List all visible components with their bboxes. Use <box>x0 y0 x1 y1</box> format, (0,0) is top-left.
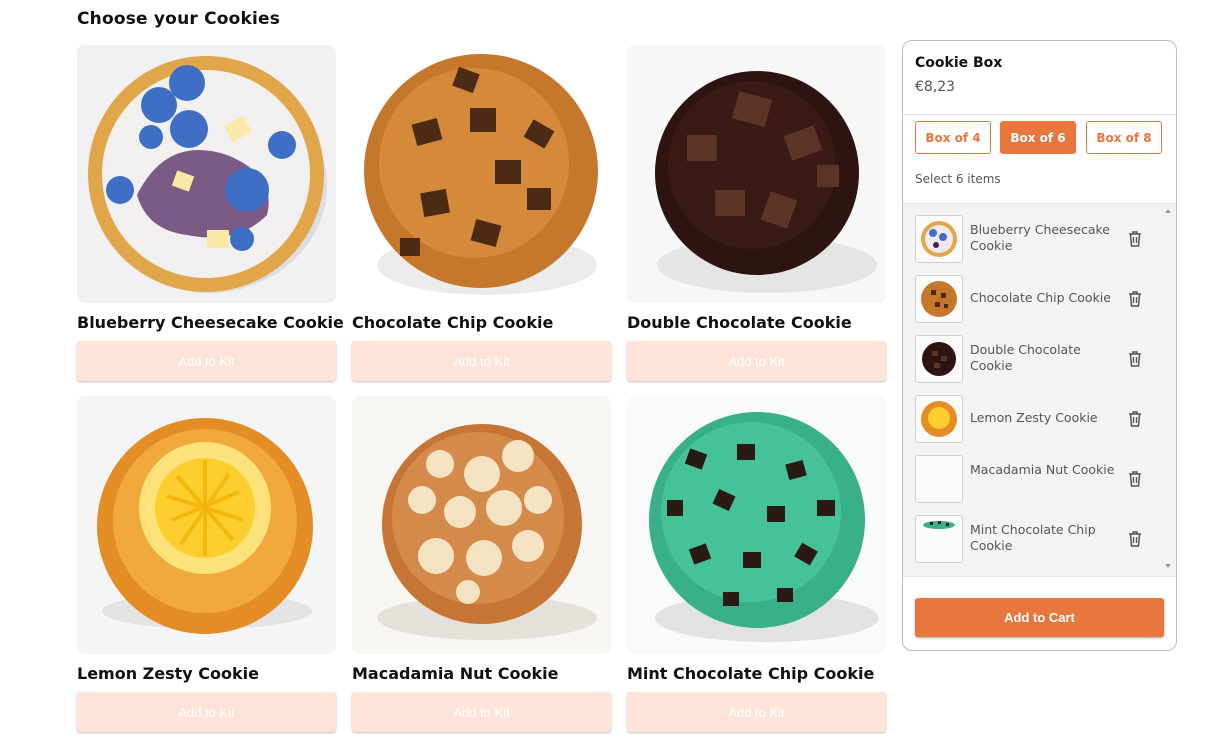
list-item: Double Chocolate Cookie <box>915 335 1163 383</box>
product-name: Double Chocolate Cookie <box>627 313 852 332</box>
box-price: €8,23 <box>915 79 956 95</box>
double-chocolate-cookie-thumbnail <box>915 335 963 383</box>
list-item: Mint Chocolate Chip Cookie <box>915 515 1163 563</box>
product-name: Mint Chocolate Chip Cookie <box>627 664 875 683</box>
list-item-name: Mint Chocolate Chip Cookie <box>970 522 1096 553</box>
blueberry-cheesecake-cookie-thumbnail <box>915 215 963 263</box>
list-item-name: Double Chocolate Cookie <box>970 342 1081 373</box>
product-card: Mint Chocolate Chip Cookie Add to Kit <box>627 396 886 732</box>
list-item: Macadamia Nut Cookie <box>915 455 1163 503</box>
add-to-kit-button[interactable]: Add to Kit <box>77 341 336 381</box>
macadamia-nut-cookie-thumbnail <box>915 455 963 503</box>
product-card: Double Chocolate Cookie Add to Kit <box>627 45 886 381</box>
lemon-zesty-cookie-thumbnail <box>915 395 963 443</box>
list-item: Lemon Zesty Cookie <box>915 395 1163 443</box>
select-items-note: Select 6 items <box>915 172 1001 186</box>
page-title: Choose your Cookies <box>77 9 281 29</box>
double-chocolate-cookie-image[interactable] <box>627 45 886 303</box>
chocolate-chip-cookie-image[interactable] <box>352 45 611 303</box>
mint-chocolate-chip-cookie-image[interactable] <box>627 396 886 654</box>
add-to-kit-button[interactable]: Add to Kit <box>77 692 336 732</box>
macadamia-nut-cookie-image[interactable] <box>352 396 611 654</box>
divider <box>903 114 1176 115</box>
list-item-name: Macadamia Nut Cookie <box>970 462 1115 477</box>
list-item-name: Blueberry Cheesecake Cookie <box>970 222 1110 253</box>
mint-chocolate-chip-cookie-thumbnail <box>915 515 963 563</box>
box-of-8-button[interactable]: Box of 8 <box>1086 121 1162 154</box>
product-name: Blueberry Cheesecake Cookie <box>77 313 344 332</box>
trash-icon[interactable] <box>1127 410 1143 428</box>
add-to-cart-button[interactable]: Add to Cart <box>915 598 1164 637</box>
product-name: Chocolate Chip Cookie <box>352 313 554 332</box>
list-item: Chocolate Chip Cookie <box>915 275 1163 323</box>
scroll-down-arrow-icon[interactable] <box>1165 564 1171 568</box>
trash-icon[interactable] <box>1127 230 1143 248</box>
add-to-kit-button[interactable]: Add to Kit <box>352 692 611 732</box>
product-card: Chocolate Chip Cookie Add to Kit <box>352 45 611 381</box>
chocolate-chip-cookie-thumbnail <box>915 275 963 323</box>
scroll-up-arrow-icon[interactable] <box>1165 209 1171 213</box>
trash-icon[interactable] <box>1127 530 1143 548</box>
product-name: Macadamia Nut Cookie <box>352 664 559 683</box>
add-to-kit-button[interactable]: Add to Kit <box>627 341 886 381</box>
product-card: Blueberry Cheesecake Cookie Add to Kit <box>77 45 344 381</box>
selected-items-list[interactable]: Blueberry Cheesecake Cookie Chocolate Ch… <box>903 204 1176 576</box>
list-item: Blueberry Cheesecake Cookie <box>915 215 1163 263</box>
list-item-name: Lemon Zesty Cookie <box>970 410 1098 425</box>
box-of-4-button[interactable]: Box of 4 <box>915 121 991 154</box>
product-name: Lemon Zesty Cookie <box>77 664 259 683</box>
box-title: Cookie Box <box>915 55 1003 71</box>
cookie-box-panel: Cookie Box €8,23 Box of 4 Box of 6 Box o… <box>902 40 1177 651</box>
list-item-name: Chocolate Chip Cookie <box>970 290 1111 305</box>
trash-icon[interactable] <box>1127 350 1143 368</box>
product-card: Macadamia Nut Cookie Add to Kit <box>352 396 611 732</box>
add-to-kit-button[interactable]: Add to Kit <box>352 341 611 381</box>
add-to-kit-button[interactable]: Add to Kit <box>627 692 886 732</box>
product-card: Lemon Zesty Cookie Add to Kit <box>77 396 336 732</box>
trash-icon[interactable] <box>1127 290 1143 308</box>
box-of-6-button[interactable]: Box of 6 <box>1000 121 1076 154</box>
trash-icon[interactable] <box>1127 470 1143 488</box>
lemon-zesty-cookie-image[interactable] <box>77 396 336 654</box>
divider <box>903 576 1176 577</box>
blueberry-cheesecake-cookie-image[interactable] <box>77 45 336 303</box>
